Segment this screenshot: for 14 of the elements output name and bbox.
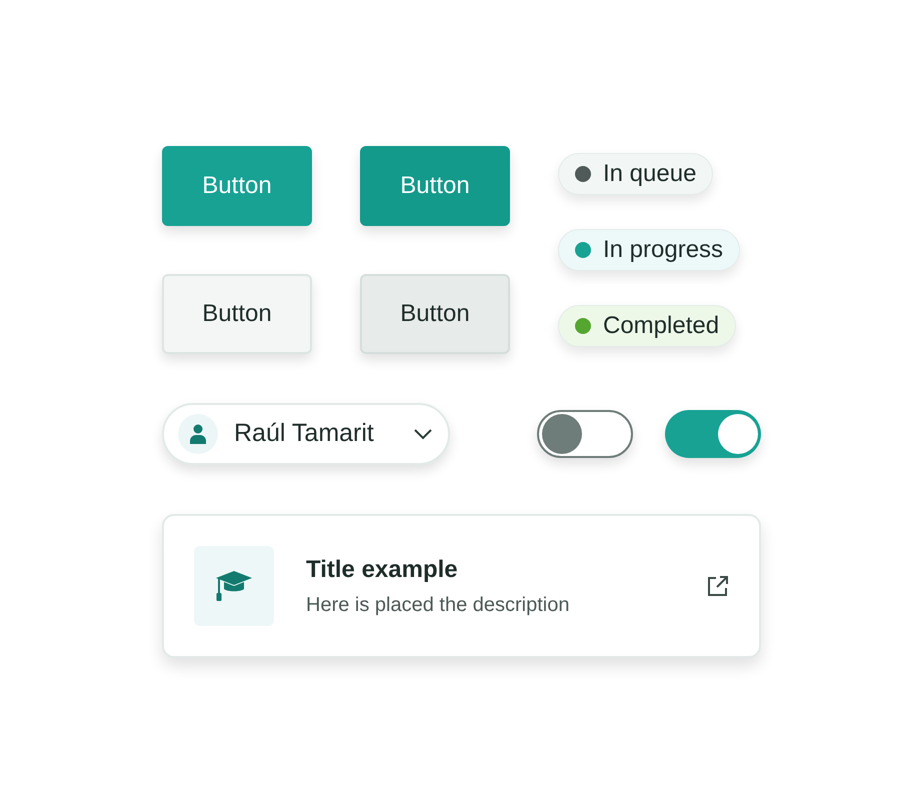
status-label: Completed: [603, 311, 720, 341]
toggle-switch[interactable]: [537, 410, 633, 458]
button[interactable]: Button: [162, 274, 312, 354]
status-label: In progress: [603, 235, 724, 265]
avatar-icon: [178, 414, 218, 454]
status-label: In queue: [603, 159, 696, 189]
user-select[interactable]: Raúl Tamarit: [162, 403, 450, 465]
chevron-down-icon: [414, 428, 432, 440]
graduation-cap-icon: [194, 546, 274, 626]
toggle-switch[interactable]: [665, 410, 761, 458]
card-title: Title example: [306, 555, 459, 585]
card-description: Here is placed the description: [306, 593, 570, 618]
button[interactable]: Button: [360, 274, 510, 354]
external-link-icon[interactable]: [707, 575, 729, 597]
